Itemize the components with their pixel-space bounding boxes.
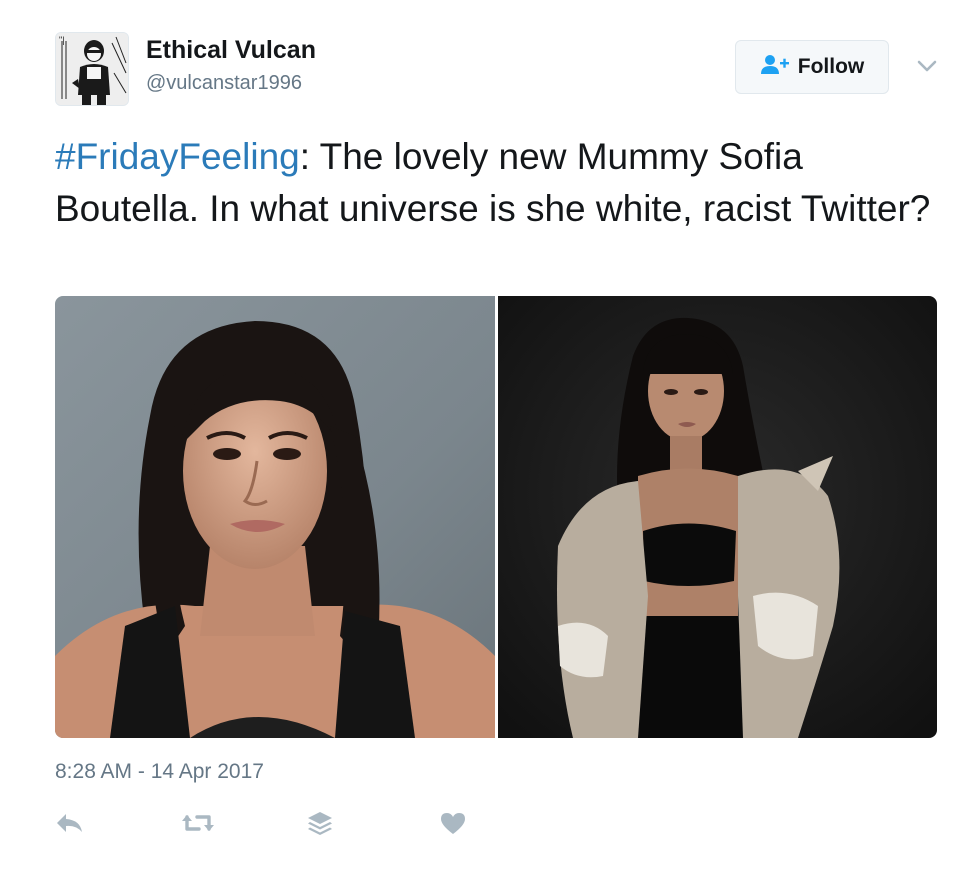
tweet-card: "| Ethical Vulcan @vulcanstar1996 Follow…: [0, 0, 980, 880]
reply-icon: [54, 811, 84, 835]
media-grid: [55, 296, 937, 738]
user-handle[interactable]: @vulcanstar1996: [146, 72, 302, 95]
retweet-icon: [181, 811, 215, 835]
chevron-down-icon[interactable]: [914, 56, 940, 76]
buffer-button[interactable]: [303, 808, 337, 838]
display-name[interactable]: Ethical Vulcan: [146, 36, 316, 65]
heart-icon: [439, 811, 467, 835]
portrait-photo-left[interactable]: [55, 296, 495, 738]
hashtag-link[interactable]: #FridayFeeling: [55, 136, 300, 177]
avatar-illustration: "|: [56, 33, 128, 105]
follow-button[interactable]: Follow: [735, 40, 889, 94]
retweet-button[interactable]: [181, 808, 215, 838]
layers-icon: [306, 810, 334, 836]
avatar[interactable]: "|: [55, 32, 129, 106]
fashion-photo-right[interactable]: [498, 296, 937, 738]
tweet-text: #FridayFeeling: The lovely new Mummy Sof…: [55, 131, 935, 235]
like-button[interactable]: [436, 808, 470, 838]
follow-button-label: Follow: [797, 55, 865, 78]
reply-button[interactable]: [52, 808, 86, 838]
tweet-timestamp[interactable]: 8:28 AM - 14 Apr 2017: [55, 760, 264, 784]
user-add-icon: [760, 54, 790, 81]
svg-text:"|: "|: [59, 35, 65, 45]
